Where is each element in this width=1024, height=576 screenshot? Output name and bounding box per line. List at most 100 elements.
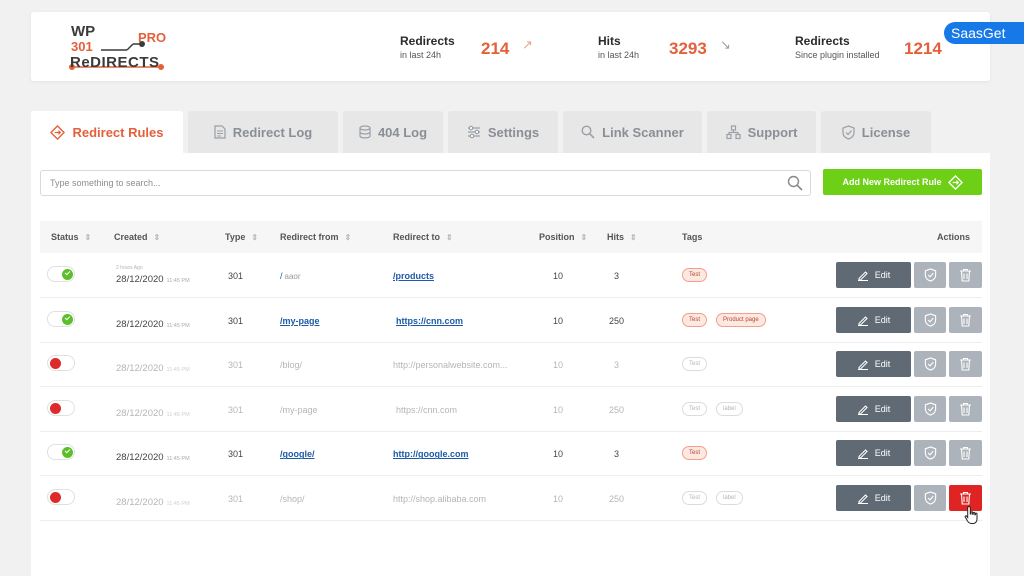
- status-toggle[interactable]: [47, 266, 75, 282]
- table-row: 28/12/2020 11:45 PM 301 /shop/ http://sho…: [40, 476, 982, 521]
- toggle-knob: [50, 358, 61, 370]
- stat-redirects-total: Redirects Since plugin installed 1214: [795, 34, 942, 60]
- edit-label: Edit: [874, 493, 891, 503]
- search-input[interactable]: [41, 171, 771, 195]
- redirect-to-link[interactable]: https://cnn.com: [396, 405, 457, 415]
- protect-button[interactable]: [914, 440, 946, 467]
- tab-label: License: [861, 124, 911, 140]
- add-redirect-rule-button[interactable]: Add New Redirect Rule: [823, 169, 982, 195]
- tag-badge[interactable]: Test: [682, 491, 708, 505]
- protect-button[interactable]: [914, 351, 946, 378]
- table-row: 2 hours Ago 28/12/2020 11:45 PM 301 /aaor…: [40, 253, 982, 298]
- tag-badge[interactable]: Test: [682, 401, 708, 416]
- tag-badge[interactable]: Test: [682, 312, 708, 327]
- date-text: 28/12/2020: [116, 497, 164, 508]
- column-redirect-from[interactable]: Redirect from ⇕: [280, 232, 351, 242]
- status-toggle[interactable]: [47, 489, 75, 505]
- tag-badge[interactable]: label: [716, 491, 743, 505]
- edit-button[interactable]: Edit: [836, 351, 911, 378]
- status-toggle[interactable]: [47, 399, 75, 416]
- edit-button[interactable]: Edit: [836, 262, 911, 288]
- status-toggle[interactable]: [47, 310, 75, 327]
- redirect-type: 301: [228, 315, 244, 326]
- edit-label: Edit: [874, 359, 891, 370]
- pencil-icon: [857, 494, 868, 504]
- column-status[interactable]: Status ⇕: [51, 232, 91, 242]
- column-created[interactable]: Created ⇕: [114, 232, 160, 242]
- tag-badge[interactable]: Product page: [716, 312, 766, 327]
- position-value: 10: [553, 404, 564, 415]
- edit-button[interactable]: Edit: [836, 306, 911, 333]
- tab-support[interactable]: Support: [707, 111, 816, 153]
- pencil-icon: [857, 360, 868, 371]
- redirect-from-link[interactable]: /blog/: [280, 360, 302, 370]
- column-type[interactable]: Type ⇕: [225, 232, 258, 242]
- protect-button[interactable]: [914, 262, 946, 288]
- created-date: 28/12/2020 11:45 PM: [116, 363, 190, 374]
- logo-pro: PRO: [138, 30, 167, 45]
- redirect-from-link[interactable]: / aaor: [280, 271, 301, 281]
- time-text: 11:45 PM: [166, 367, 190, 374]
- redirect-to-link[interactable]: http://personalwebsite.com...: [393, 360, 508, 370]
- time-text: 11:45 PM: [166, 456, 190, 463]
- stat-title: Redirects: [400, 34, 455, 48]
- tab-label: Link Scanner: [602, 124, 684, 140]
- protect-button[interactable]: [914, 306, 946, 333]
- column-label: Actions: [937, 232, 971, 242]
- delete-button[interactable]: [949, 351, 982, 378]
- redirect-from-link[interactable]: /shop/: [280, 494, 305, 504]
- tab-redirect-rules[interactable]: Redirect Rules: [31, 111, 183, 153]
- tag-badge[interactable]: label: [716, 401, 743, 416]
- date-text: 28/12/2020: [116, 274, 164, 285]
- redirect-to-link[interactable]: https://cnn.com: [396, 316, 463, 326]
- toggle-knob: [50, 402, 61, 414]
- hits-value: 250: [609, 404, 625, 415]
- created-date: 28/12/2020 11:45 PM: [116, 452, 190, 463]
- stat-subtitle: in last 24h: [598, 50, 640, 60]
- status-toggle[interactable]: [47, 355, 75, 372]
- delete-button[interactable]: [949, 262, 982, 288]
- column-hits[interactable]: Hits ⇕: [607, 232, 637, 242]
- redirect-from-link[interactable]: /google/: [280, 449, 315, 459]
- tab-link-scanner[interactable]: Link Scanner: [563, 111, 702, 153]
- tab-license[interactable]: License: [821, 111, 931, 153]
- protect-button[interactable]: [914, 395, 946, 422]
- redirect-to-link[interactable]: http://shop.alibaba.com: [393, 494, 486, 504]
- position-value: 10: [553, 494, 564, 504]
- sort-icon: ⇕: [84, 233, 92, 242]
- table-row: 28/12/2020 11:45 PM 301 /my-page https://…: [40, 387, 982, 432]
- delete-button[interactable]: [949, 440, 982, 467]
- edit-button[interactable]: Edit: [836, 395, 911, 422]
- redirect-to-link[interactable]: /products: [393, 271, 434, 281]
- tab-redirect-log[interactable]: Redirect Log: [188, 111, 338, 153]
- edit-button[interactable]: Edit: [836, 440, 911, 467]
- wp301-logo: WP 301 PRO ReDIRECTS: [69, 22, 169, 74]
- stat-subtitle: Since plugin installed: [795, 50, 880, 60]
- tag-badge[interactable]: Test: [682, 357, 708, 372]
- delete-button[interactable]: [949, 306, 982, 333]
- tab-404-log[interactable]: 404 Log: [343, 111, 443, 153]
- edit-button[interactable]: Edit: [836, 485, 911, 511]
- stat-title: Hits: [598, 34, 621, 48]
- protect-button[interactable]: [914, 485, 946, 511]
- redirect-to-link[interactable]: http://google.com: [393, 449, 469, 459]
- column-position[interactable]: Position ⇕: [539, 232, 587, 242]
- redirect-from-link[interactable]: /my-page: [280, 316, 320, 326]
- redirect-from-text: /my-page: [280, 315, 320, 326]
- status-toggle[interactable]: [47, 444, 75, 461]
- tab-settings[interactable]: Settings: [448, 111, 558, 153]
- delete-button[interactable]: [949, 395, 982, 422]
- position-value: 10: [553, 360, 564, 371]
- search-icon[interactable]: [787, 175, 803, 191]
- time-text: 11:45 PM: [166, 322, 190, 329]
- toggle-knob: [50, 492, 61, 503]
- shield-icon: [924, 446, 936, 461]
- redirect-from-link[interactable]: /my-page: [280, 405, 318, 415]
- position-value: 10: [553, 449, 564, 460]
- tag-badge[interactable]: Test: [682, 268, 708, 282]
- column-label: Type: [225, 232, 246, 242]
- column-redirect-to[interactable]: Redirect to ⇕: [393, 232, 453, 242]
- trash-icon: [960, 402, 971, 416]
- tag-badge[interactable]: Test: [682, 446, 708, 461]
- redirect-type: 301: [228, 360, 244, 371]
